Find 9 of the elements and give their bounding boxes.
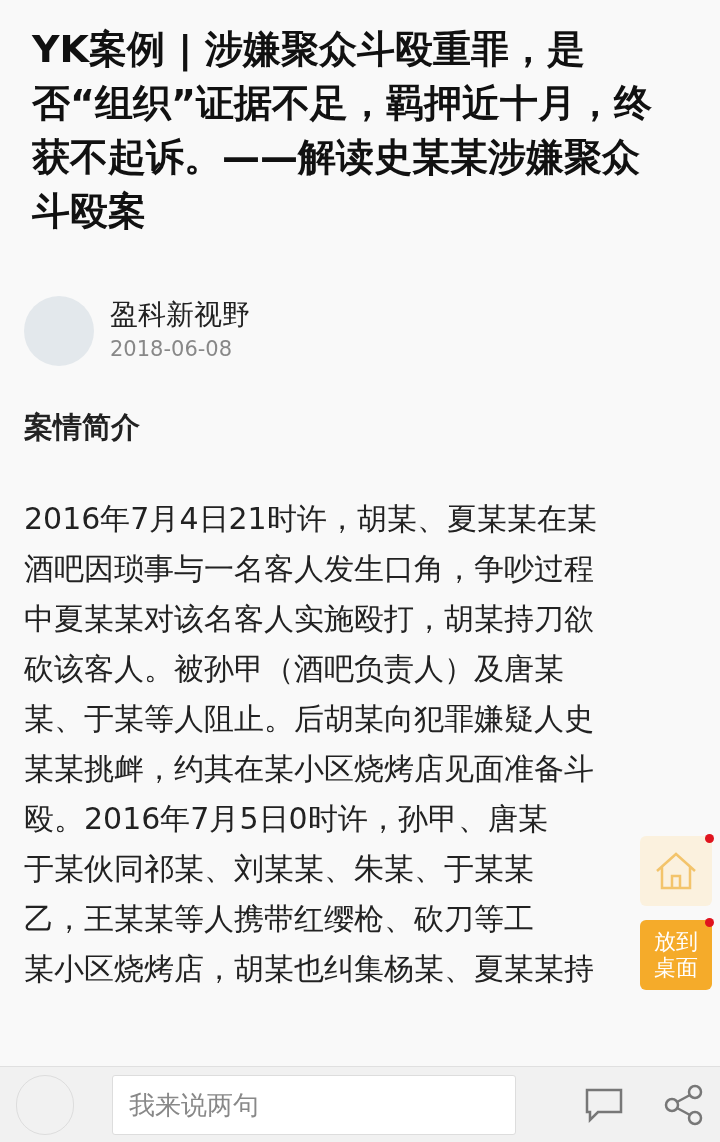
author-name[interactable]: 盈科新视野 bbox=[110, 296, 250, 335]
article-title: YK案例 | 涉嫌聚众斗殴重罪，是否“组织”证据不足，羁押近十月，终获不起诉。——解读史某某涉嫌聚众斗殴案 bbox=[32, 26, 652, 235]
share-icon[interactable] bbox=[664, 1083, 704, 1126]
comment-icon[interactable] bbox=[584, 1086, 624, 1123]
comment-field[interactable]: 我来说两句 bbox=[111, 1074, 516, 1135]
house-icon bbox=[654, 851, 698, 891]
section-heading: 案情简介 bbox=[24, 409, 141, 446]
publish-date: 2018-06-08 bbox=[110, 336, 234, 364]
article-paragraph: 2016年7月4日21时许，胡某、夏某某在某 酒吧因琐事与一名客人发生口角，争吵过程 中夏某某对该名客人实施殴打，胡某持刀欲 砍该客人。被孙甲（酒吧负责人）及唐某 某、于某等人阻止。后胡某向犯罪嫌疑人史 某某挑衅，约其在某小区烧烤店见面准备斗 殴。2016年7月5日0时许，孙甲、唐某 于某伙同祁某、刘某某、朱某、于某某 乙，王某某等人携带红缨枪、砍刀等工 某小区烧烤店，胡某也纠集杨某、夏某某持 bbox=[24, 499, 598, 988]
